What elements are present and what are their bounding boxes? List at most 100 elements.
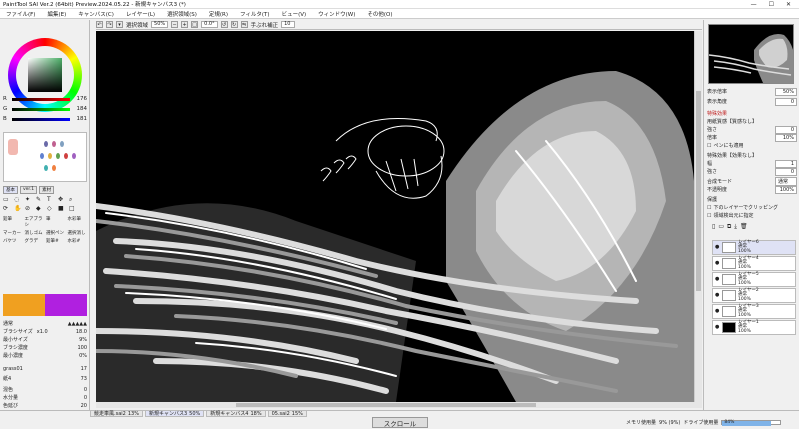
persist-value[interactable]: 20 [81, 403, 87, 409]
menu-filter[interactable]: フィルタ(T) [234, 10, 276, 18]
blue-value[interactable]: 181 [73, 116, 88, 122]
selection-toggle-icon[interactable]: ▾ [116, 21, 123, 28]
move-icon[interactable]: ✥ [58, 196, 68, 204]
copy-layer-icon[interactable]: ⧉ [727, 223, 731, 231]
eye-icon[interactable]: ● [715, 245, 720, 250]
red-slider-row[interactable]: R 176 [3, 96, 87, 102]
brush-min-value[interactable]: 9% [79, 337, 87, 343]
new-folder-icon[interactable]: ▭ [718, 223, 724, 231]
fg-color-icon[interactable]: ■ [58, 205, 68, 212]
paper-strength-row[interactable]: 強さ 0 [707, 125, 797, 134]
tool-watercolor[interactable]: 水彩筆 [68, 216, 88, 228]
brush-mode[interactable]: 通常 [3, 320, 13, 327]
file-tab[interactable]: 競走車風.sai2 13% [90, 410, 143, 417]
layer-item[interactable]: ● レイヤー4 通常 100% [712, 256, 796, 271]
menu-ruler[interactable]: 定規(R) [203, 10, 234, 18]
saturation-value-square[interactable] [28, 58, 62, 92]
scratchpad[interactable] [3, 132, 87, 182]
effect-label[interactable]: 特殊効果【効果なし】 [707, 152, 757, 159]
menu-edit[interactable]: 編集(E) [41, 10, 72, 18]
tool-tab-basic[interactable]: 基本 [3, 186, 18, 194]
brush-min-size-row[interactable]: 最小サイズ 9% [3, 336, 87, 344]
water-row[interactable]: 水分量 0 [3, 394, 87, 402]
effect-width-value[interactable]: 1 [775, 159, 797, 168]
close-button[interactable]: ✕ [786, 1, 791, 8]
green-value[interactable]: 184 [73, 106, 88, 112]
red-slider[interactable] [12, 97, 70, 101]
water-value[interactable]: 0 [84, 395, 87, 401]
layer-item[interactable]: ● レイヤー3 通常 100% [712, 304, 796, 319]
effect-width-row[interactable]: 幅 1 [707, 159, 797, 168]
tool-marker[interactable]: マーカー [3, 230, 23, 236]
brush-min-density-row[interactable]: 最小濃度 0% [3, 352, 87, 360]
rect-select-icon[interactable]: ▭ [3, 196, 13, 204]
bg-color-icon[interactable]: □ [69, 205, 79, 212]
brush-shape-icons[interactable]: ▲▲▲▲▲ [68, 321, 87, 327]
eye-icon[interactable]: ● [715, 293, 720, 298]
lasso-icon[interactable]: ◌ [14, 196, 24, 204]
paper-texture-label[interactable]: 用紙質感【質感なし】 [707, 118, 757, 125]
red-value[interactable]: 176 [73, 96, 88, 102]
blue-slider[interactable] [12, 117, 70, 121]
persist-row[interactable]: 色延び 20 [3, 402, 87, 410]
rotate-icon[interactable]: ⟳ [3, 205, 13, 212]
edge-value[interactable]: 73 [81, 376, 87, 382]
green-slider[interactable] [12, 107, 70, 111]
menu-selection[interactable]: 選択領域(S) [161, 10, 203, 18]
blend-mode-row[interactable]: 合成モード 通常 [707, 177, 797, 186]
nav-zoom-value[interactable]: 50% [775, 87, 797, 96]
brush-min-density-value[interactable]: 0% [79, 353, 87, 359]
tool-select-eraser[interactable]: 選択消し [68, 230, 88, 236]
brush-density-row[interactable]: ブラシ濃度 100 [3, 344, 87, 352]
merge-layer-icon[interactable]: ⤓ [734, 223, 737, 231]
nav-angle-row[interactable]: 表示角度 0 [707, 97, 797, 106]
green-slider-row[interactable]: G 184 [3, 106, 87, 112]
nav-zoom-row[interactable]: 表示倍率 50% [707, 87, 797, 96]
tool-gradient[interactable]: グラデ [25, 238, 45, 244]
pen-apply-row[interactable]: ☐ ペンにも適用 [707, 142, 797, 150]
stabilizer-field[interactable]: 10 [281, 21, 296, 28]
layer-opacity-value[interactable]: 100% [775, 185, 797, 194]
tool-pencil[interactable]: 鉛筆 [3, 216, 23, 228]
zoom-icon[interactable]: ⌕ [69, 196, 79, 204]
minimize-button[interactable]: — [751, 1, 757, 8]
texture-name[interactable]: grass01 [3, 366, 23, 372]
eye-icon[interactable]: ● [715, 325, 720, 330]
drawing-canvas[interactable] [96, 31, 694, 402]
new-layer-icon[interactable]: ▯ [712, 223, 715, 231]
vertical-scroll-thumb[interactable] [696, 91, 701, 291]
layer-item[interactable]: ● レイヤー1 通常 100% [712, 320, 796, 335]
ref-row[interactable]: ☐ 領域検出元に指定 [707, 212, 797, 220]
eye-icon[interactable]: ● [715, 261, 720, 266]
brush-size-value[interactable]: 18.0 [76, 329, 87, 335]
edge-name[interactable]: 紙4 [3, 375, 11, 382]
file-tab[interactable]: 05.sai2 15% [267, 410, 307, 417]
eye-icon[interactable]: ● [715, 277, 720, 282]
zoom-in-icon[interactable]: + [181, 21, 189, 28]
fill-icon[interactable]: ◆ [36, 205, 46, 212]
paper-texture-row[interactable]: 用紙質感【質感なし】 [707, 118, 797, 125]
tool-tab-v1[interactable]: ver.1 [20, 186, 38, 194]
menu-file[interactable]: ファイル(F) [0, 10, 41, 18]
tool-pencil-custom[interactable]: 鉛筆# [46, 238, 66, 244]
brush-size-row[interactable]: ブラシサイズ x1.0 18.0 [3, 328, 87, 336]
fx-header[interactable]: 特殊効果 [707, 110, 797, 117]
zoom-reset-icon[interactable]: □ [191, 21, 199, 28]
horizontal-scroll-thumb[interactable] [236, 403, 536, 407]
layer-item[interactable]: ● レイヤー6 通常 100% [712, 240, 796, 255]
edge-row[interactable]: 紙4 73 [3, 375, 87, 383]
tool-eraser[interactable]: 消しゴム [25, 230, 45, 236]
eyedropper-icon[interactable]: ⊘ [25, 205, 35, 212]
file-tab[interactable]: 新規キャンバス4 18% [206, 410, 266, 417]
angle-field[interactable]: 0.0° [201, 21, 218, 28]
texture-row[interactable]: grass01 17 [3, 365, 87, 372]
layer-item[interactable]: ● レイヤー5 通常 100% [712, 272, 796, 287]
menu-other[interactable]: その他(O) [361, 10, 398, 18]
file-tab[interactable]: 新規キャンバス3 50% [144, 410, 205, 417]
clip-checkbox[interactable]: ☐ [707, 205, 711, 211]
layer-opacity-row[interactable]: 不透明度 100% [707, 185, 797, 194]
pen-apply-checkbox[interactable]: ☐ [707, 143, 711, 149]
nav-angle-value[interactable]: 0 [775, 97, 797, 106]
protect-row[interactable]: 保護 [707, 196, 797, 203]
blue-slider-row[interactable]: B 181 [3, 116, 87, 122]
